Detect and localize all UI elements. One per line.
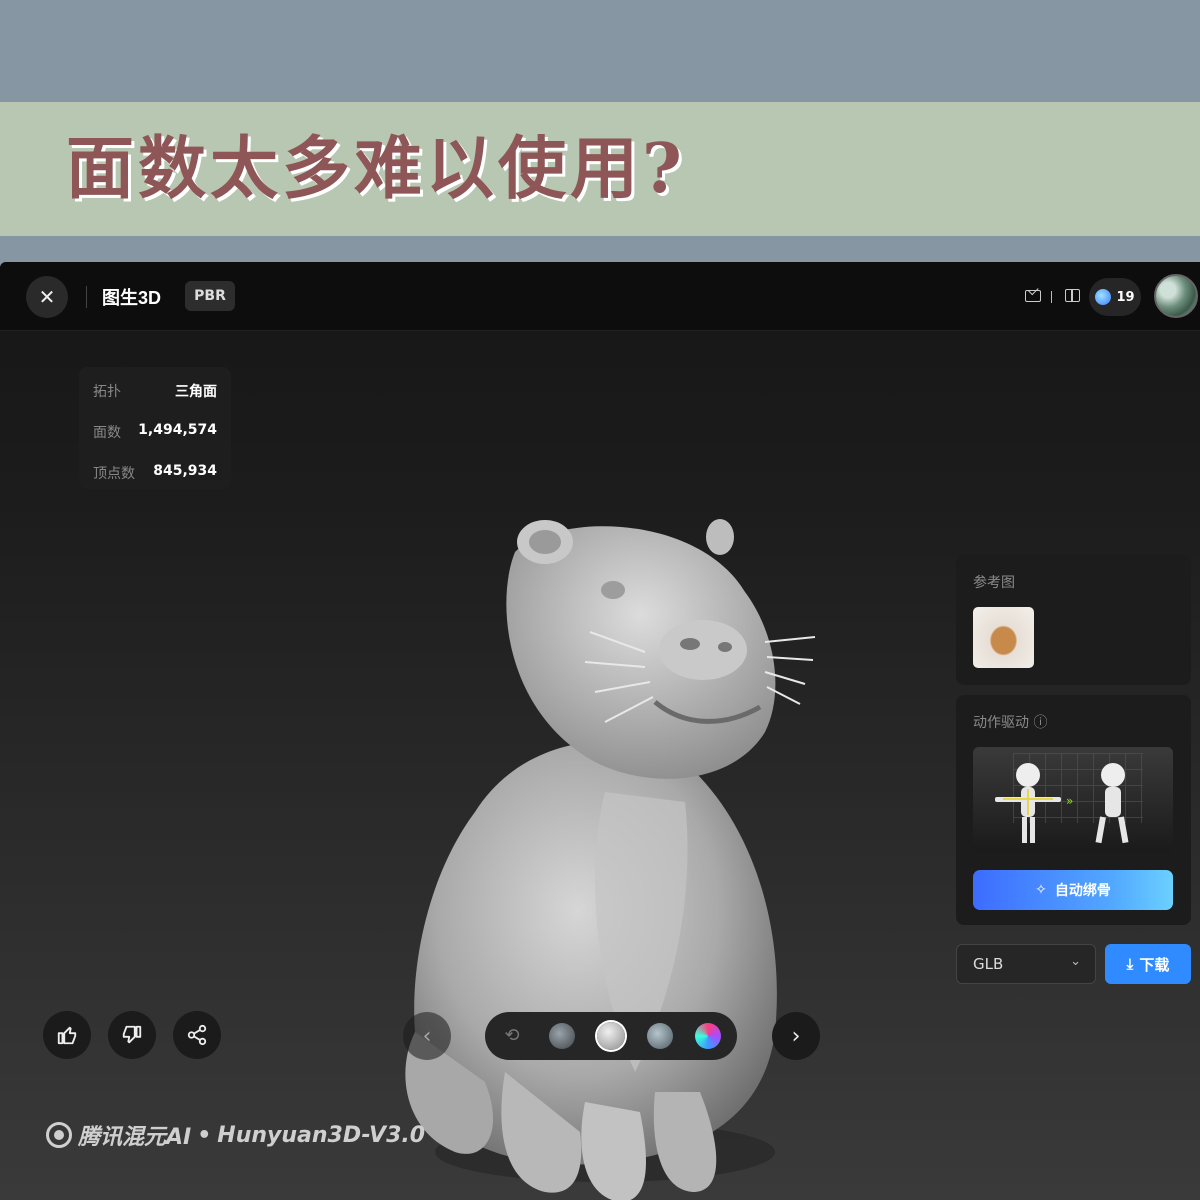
headline-title: 面数太多难以使用?	[66, 129, 686, 209]
thumbs-up-button[interactable]	[43, 1011, 91, 1059]
auto-rig-button[interactable]: ✧ 自动绑骨	[973, 870, 1173, 910]
prev-icon: ‹	[422, 1023, 432, 1049]
format-select[interactable]: GLB ⌄	[956, 944, 1096, 984]
top-bar: ✕ 图生3D PBR 19	[0, 262, 1200, 331]
stat-row-faces: 面数 1,494,574	[93, 422, 217, 442]
close-icon: ✕	[38, 285, 56, 309]
page-title: 图生3D	[102, 288, 162, 308]
thumbs-down-button[interactable]	[108, 1011, 156, 1059]
thumbs-down-icon	[122, 1025, 142, 1044]
divider	[1051, 291, 1052, 303]
motion-panel: 动作驱动 ⓘ » ✧ 自动绑骨	[956, 695, 1191, 925]
pbr-badge[interactable]: PBR	[185, 281, 235, 311]
next-icon: ›	[791, 1023, 801, 1049]
stat-row-topology: 拓扑 三角面	[93, 381, 217, 401]
motion-label-text: 动作驱动	[973, 715, 1029, 731]
divider	[86, 286, 87, 308]
next-button[interactable]: ›	[772, 1012, 820, 1060]
download-icon: ⤓	[1126, 955, 1134, 973]
stat-value: 845,934	[153, 463, 217, 479]
credits-badge[interactable]: 19	[1089, 278, 1141, 316]
model-viewport[interactable]	[395, 512, 825, 1200]
hunyuan-logo-icon	[46, 1122, 72, 1148]
credit-count: 19	[1116, 289, 1135, 305]
share-icon	[187, 1024, 207, 1046]
format-value: GLB	[973, 955, 1004, 973]
reference-thumbnail[interactable]	[973, 607, 1034, 668]
mail-icon[interactable]	[1025, 290, 1041, 302]
magic-wand-icon: ✧	[1035, 882, 1047, 898]
environment-material[interactable]	[647, 1023, 673, 1049]
motion-preview[interactable]: »	[973, 747, 1173, 853]
motion-label: 动作驱动 ⓘ	[973, 712, 1047, 732]
rainbow-material[interactable]	[695, 1023, 721, 1049]
rig-preview-figures: »	[995, 763, 1129, 844]
download-button[interactable]: ⤓ 下载	[1105, 944, 1191, 984]
stat-value: 三角面	[175, 384, 217, 400]
stat-label: 顶点数	[93, 466, 135, 482]
stat-row-vertices: 顶点数 845,934	[93, 463, 217, 483]
close-button[interactable]: ✕	[26, 276, 68, 318]
brand-watermark: 腾讯混元AI • Hunyuan3D-V3.0	[46, 1119, 425, 1151]
gift-icon[interactable]	[1065, 289, 1080, 302]
headline-banner: 面数太多难以使用?	[0, 102, 1200, 236]
thumbs-up-icon	[57, 1026, 77, 1045]
reference-panel: 参考图	[956, 555, 1191, 685]
hdr-material[interactable]	[549, 1023, 575, 1049]
material-switcher: ⟲	[485, 1012, 737, 1060]
brand-name: 腾讯混元AI	[78, 1125, 192, 1150]
brand-separator: •	[197, 1122, 212, 1148]
stat-label: 拓扑	[93, 384, 121, 400]
prev-button[interactable]: ‹	[403, 1012, 451, 1060]
share-button[interactable]	[173, 1011, 221, 1059]
auto-rig-label: 自动绑骨	[1054, 883, 1111, 899]
svg-text:»: »	[1066, 794, 1073, 808]
app-window: ✕ 图生3D PBR 19 拓扑 三角面 面数 1,494,574 顶点数 84…	[0, 262, 1200, 1200]
stat-label: 面数	[93, 425, 121, 441]
credit-icon	[1095, 289, 1112, 305]
product-name: Hunyuan3D-V3.0	[217, 1122, 426, 1148]
stat-value: 1,494,574	[138, 422, 217, 438]
info-icon[interactable]: ⓘ	[1033, 715, 1047, 731]
mesh-stats-panel: 拓扑 三角面 面数 1,494,574 顶点数 845,934	[79, 367, 231, 489]
reference-label: 参考图	[973, 575, 1015, 591]
download-label: 下载	[1139, 955, 1170, 974]
avatar[interactable]	[1154, 274, 1198, 318]
chevron-down-icon: ⌄	[1070, 954, 1081, 969]
rotate-icon[interactable]: ⟲	[499, 1023, 525, 1049]
gray-material[interactable]	[597, 1022, 625, 1050]
